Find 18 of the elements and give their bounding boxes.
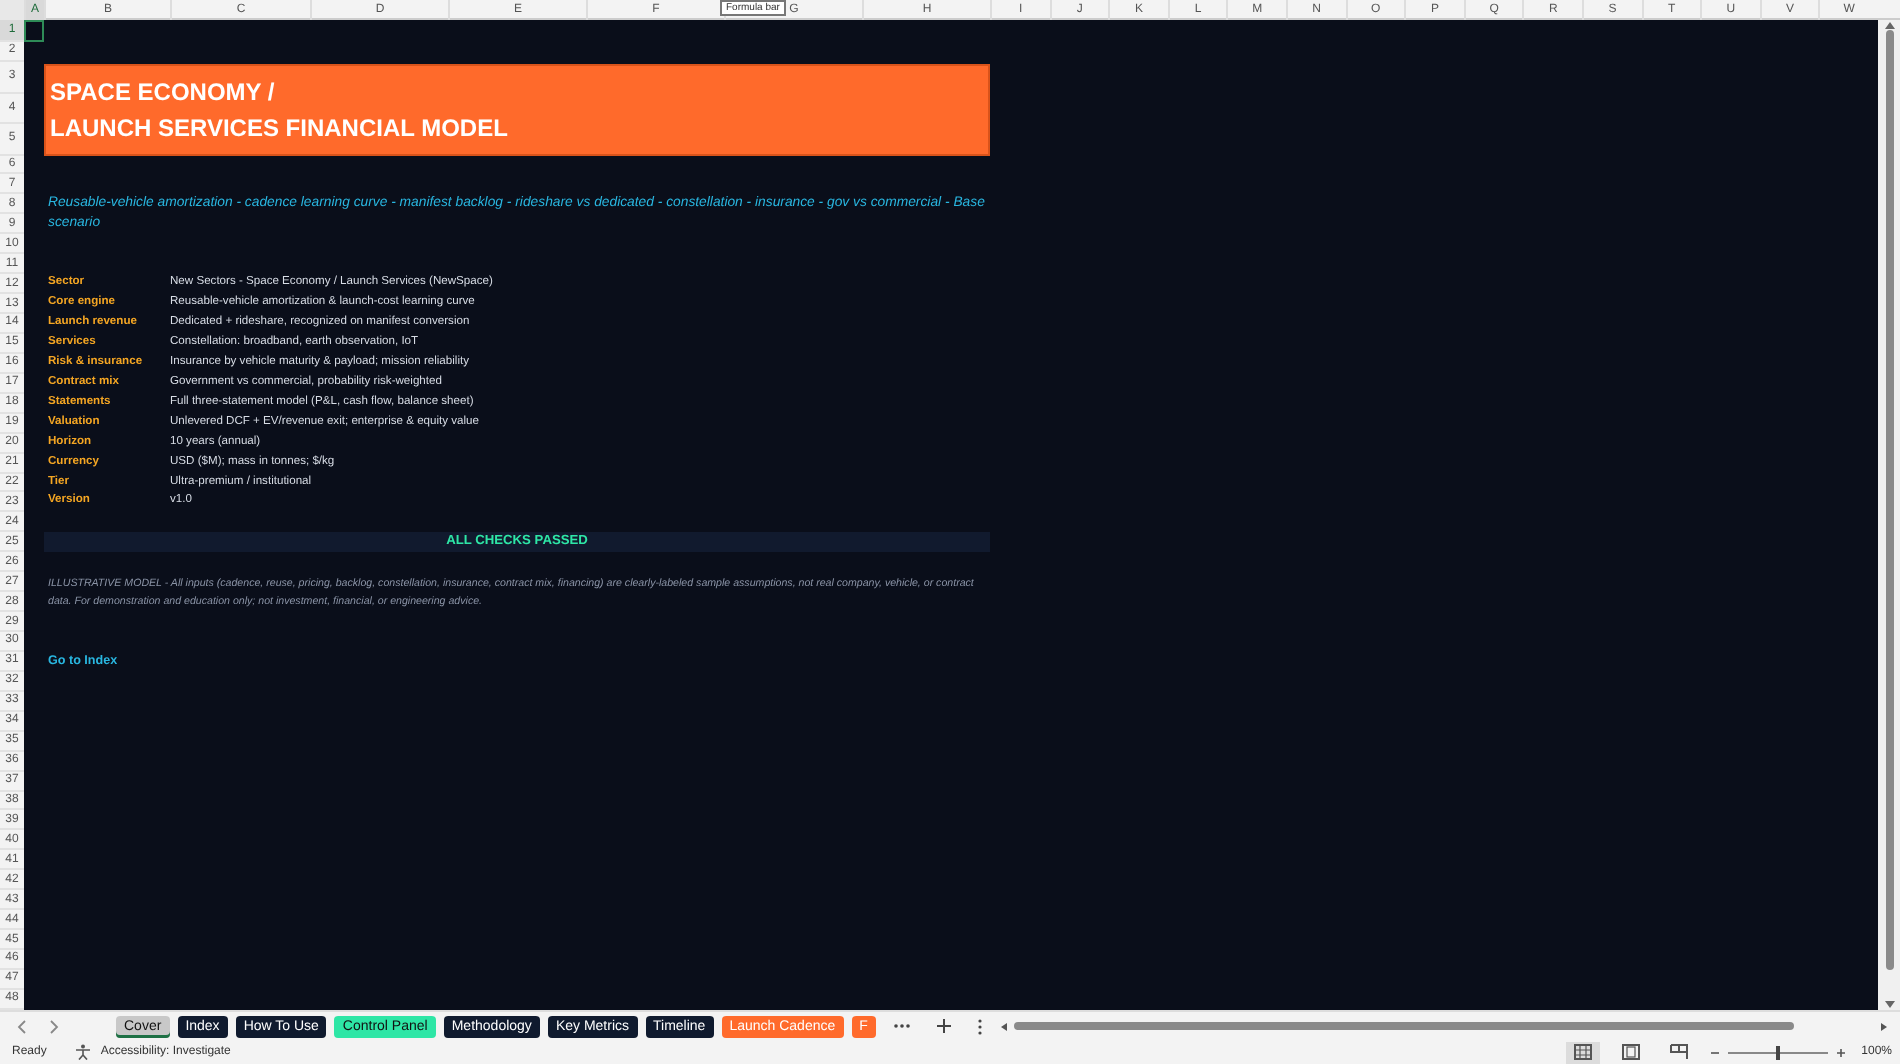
scroll-right-icon[interactable] [1880,1021,1888,1031]
scroll-up-icon[interactable] [1883,20,1895,30]
scroll-down-icon[interactable] [1883,1000,1895,1010]
scrollbar-thumb[interactable] [1013,1022,1794,1030]
zoom-slider-thumb[interactable] [1775,1045,1780,1059]
zoom-out-icon[interactable] [1709,1047,1720,1057]
active-cell[interactable] [24,20,44,41]
add-sheet-icon[interactable] [935,1018,952,1034]
scrollbar-thumb[interactable] [1885,30,1893,970]
normal-view-button[interactable] [1565,1041,1600,1063]
scroll-left-icon[interactable] [999,1021,1008,1031]
horizontal-scrollbar[interactable] [999,1021,1888,1031]
options-icon[interactable] [975,1017,984,1035]
title-line: SPACE ECONOMY / [50,77,277,106]
more-sheets-icon[interactable] [891,1020,912,1032]
accessibility-icon[interactable] [74,1044,93,1060]
zoom-in-icon[interactable] [1835,1047,1846,1057]
title-line: LAUNCH SERVICES FINANCIAL MODEL [50,113,510,142]
